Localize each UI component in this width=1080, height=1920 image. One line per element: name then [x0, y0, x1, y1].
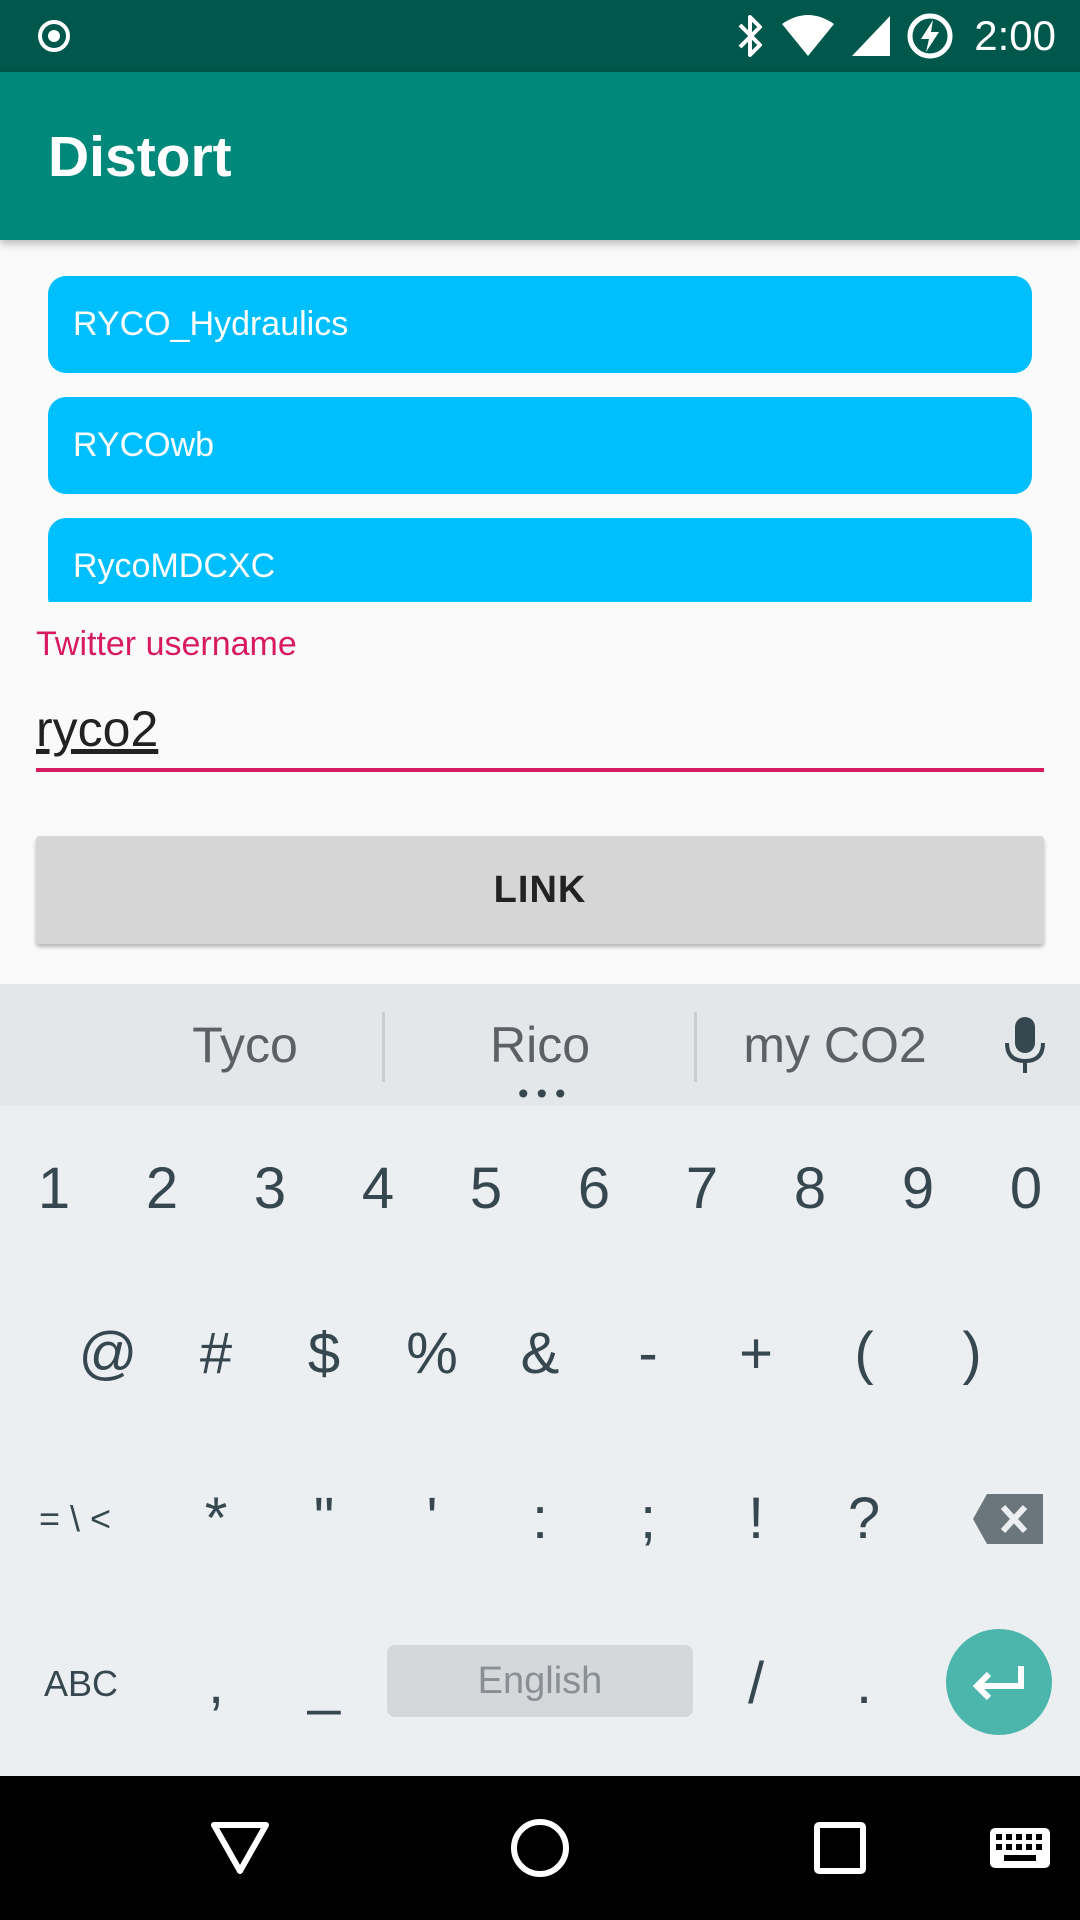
status-bar: 2:00: [0, 0, 1080, 72]
space-key[interactable]: English: [387, 1645, 693, 1717]
suggestion-divider: [382, 1012, 385, 1082]
nav-bar: [0, 1776, 1080, 1920]
key-0[interactable]: 0: [972, 1106, 1080, 1271]
key-slash[interactable]: /: [702, 1601, 810, 1766]
enter-icon[interactable]: [946, 1629, 1052, 1735]
account-item-label: RYCOwb: [73, 426, 215, 464]
recents-icon[interactable]: [770, 1776, 910, 1920]
keyboard-switch-icon[interactable]: [950, 1776, 1080, 1920]
key-semicolon[interactable]: ;: [594, 1436, 702, 1601]
key-ampersand[interactable]: &: [486, 1271, 594, 1436]
key-colon[interactable]: :: [486, 1436, 594, 1601]
wifi-icon: [782, 15, 835, 56]
key-plus[interactable]: +: [702, 1271, 810, 1436]
record-icon: [38, 20, 70, 52]
account-item[interactable]: RYCO_Hydraulics: [48, 276, 1032, 373]
account-item-label: RYCO_Hydraulics: [73, 305, 349, 343]
key-question[interactable]: ?: [810, 1436, 918, 1601]
key-3[interactable]: 3: [216, 1106, 324, 1271]
more-suggestions-dots: •••: [515, 1078, 571, 1111]
key-asterisk[interactable]: *: [162, 1436, 270, 1601]
key-open-paren[interactable]: (: [810, 1271, 918, 1436]
battery-charging-icon: [907, 13, 953, 59]
key-8[interactable]: 8: [756, 1106, 864, 1271]
key-row-symbols: @ # $ % & - + ( ): [0, 1271, 1080, 1436]
username-label: Twitter username: [36, 625, 297, 663]
key-period[interactable]: .: [810, 1601, 918, 1766]
key-single-quote[interactable]: ': [378, 1436, 486, 1601]
suggestion-3[interactable]: my CO2: [720, 984, 950, 1106]
key-comma[interactable]: ,: [162, 1601, 270, 1766]
link-button[interactable]: LINK: [36, 836, 1044, 944]
app-bar: Distort: [0, 72, 1080, 240]
account-item-label: RycoMDCXC: [73, 547, 276, 585]
key-dollar[interactable]: $: [270, 1271, 378, 1436]
key-5[interactable]: 5: [432, 1106, 540, 1271]
key-2[interactable]: 2: [108, 1106, 216, 1271]
suggestion-strip: Tyco Rico ••• my CO2: [0, 984, 1080, 1111]
signal-icon: [852, 16, 891, 56]
backspace-icon[interactable]: [948, 1436, 1068, 1601]
microphone-icon[interactable]: [990, 984, 1060, 1106]
app-title: Distort: [48, 125, 232, 189]
key-exclamation[interactable]: !: [702, 1436, 810, 1601]
key-1[interactable]: 1: [0, 1106, 108, 1271]
back-icon[interactable]: [170, 1776, 310, 1920]
key-double-quote[interactable]: ": [270, 1436, 378, 1601]
key-row-symbols-2: = \ < * " ' : ; ! ?: [0, 1436, 1080, 1601]
key-at[interactable]: @: [54, 1271, 162, 1436]
account-item[interactable]: RYCOwb: [48, 397, 1032, 494]
key-close-paren[interactable]: ): [918, 1271, 1026, 1436]
key-7[interactable]: 7: [648, 1106, 756, 1271]
username-input[interactable]: [36, 690, 1044, 772]
key-underscore[interactable]: _: [270, 1601, 378, 1766]
keyboard: Tyco Rico ••• my CO2 1 2 3 4 5 6 7 8 9 0…: [0, 984, 1080, 1776]
account-item[interactable]: RycoMDCXC: [48, 518, 1032, 602]
bluetooth-icon: [738, 15, 763, 57]
suggestion-divider: [694, 1012, 697, 1082]
account-list[interactable]: RYCO_Hydraulics RYCOwb RycoMDCXC: [0, 240, 1080, 602]
suggestion-1[interactable]: Tyco: [130, 984, 360, 1106]
key-row-numbers: 1 2 3 4 5 6 7 8 9 0: [0, 1106, 1080, 1271]
key-minus[interactable]: -: [594, 1271, 702, 1436]
key-more-symbols[interactable]: = \ <: [0, 1436, 150, 1601]
home-icon[interactable]: [470, 1776, 610, 1920]
key-percent[interactable]: %: [378, 1271, 486, 1436]
key-6[interactable]: 6: [540, 1106, 648, 1271]
key-4[interactable]: 4: [324, 1106, 432, 1271]
status-time: 2:00: [974, 12, 1056, 59]
key-hash[interactable]: #: [162, 1271, 270, 1436]
key-9[interactable]: 9: [864, 1106, 972, 1271]
key-abc[interactable]: ABC: [0, 1601, 162, 1766]
